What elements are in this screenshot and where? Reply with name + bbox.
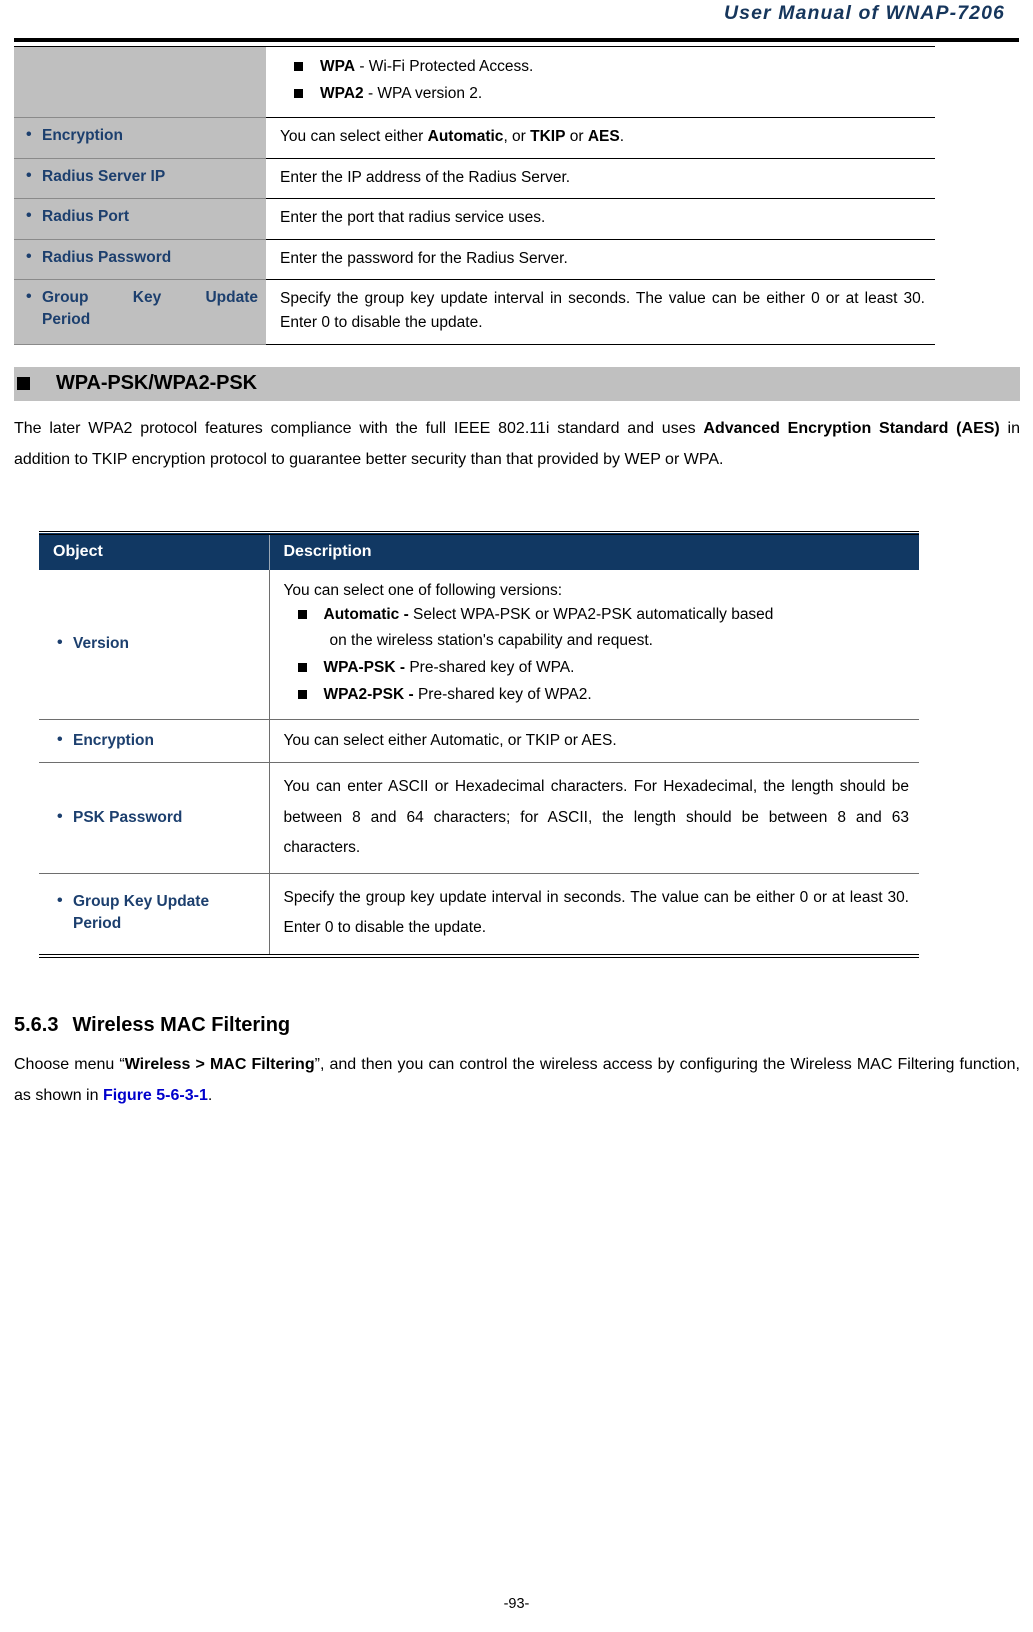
description-cell: Enter the IP address of the Radius Serve… bbox=[266, 157, 935, 200]
list-item-rest: Pre-shared key of WPA2. bbox=[413, 685, 592, 703]
object-label-line1: Group Key Update bbox=[42, 289, 258, 307]
section-heading: 5.6.3 Wireless MAC Filtering bbox=[14, 1014, 1019, 1037]
list-item-term: WPA bbox=[320, 58, 356, 75]
description-cell: You can enter ASCII or Hexadecimal chara… bbox=[268, 762, 919, 874]
table-row: Group Key Update Period Specify the group… bbox=[14, 279, 935, 345]
description-intro: You can select one of following versions… bbox=[283, 581, 563, 599]
list-item-rest: Pre-shared key of WPA. bbox=[405, 658, 575, 676]
object-label-encryption: Encryption bbox=[22, 124, 258, 147]
object-label-psk-password: PSK Password bbox=[53, 806, 259, 829]
page-footer: -93- bbox=[503, 1596, 530, 1612]
wpa-version-list: WPA - Wi-Fi Protected Access. WPA2 - WPA… bbox=[280, 54, 925, 106]
description-cell: Enter the port that radius service uses. bbox=[266, 198, 935, 240]
section-heading-number: 5.6.3 bbox=[14, 1013, 59, 1036]
list-item-term: WPA2 bbox=[320, 85, 364, 103]
list-item-rest: - Wi-Fi Protected Access. bbox=[355, 58, 534, 75]
table-row: Encryption You can select either Automat… bbox=[14, 117, 935, 159]
object-cell: PSK Password bbox=[39, 762, 269, 874]
description-text: Specify the group key update interval in… bbox=[283, 889, 910, 937]
column-header-description: Description bbox=[268, 532, 919, 570]
description-text: Specify the group key update interval in… bbox=[280, 290, 925, 331]
description-text: You can select either Automatic, or TKIP… bbox=[283, 731, 617, 749]
list-item: WPA - Wi-Fi Protected Access. bbox=[280, 54, 925, 79]
object-label-line2: Period bbox=[73, 915, 122, 933]
table-row: PSK Password You can enter ASCII or Hexa… bbox=[39, 762, 919, 874]
object-label-group-key-update-period: Group Key Update Period bbox=[53, 890, 259, 935]
description-text: Enter the IP address of the Radius Serve… bbox=[280, 168, 571, 186]
description-text: Enter the password for the Radius Server… bbox=[280, 249, 568, 267]
object-cell: Encryption bbox=[14, 117, 266, 159]
square-bullet-icon bbox=[17, 377, 30, 390]
document-page: User Manual of WNAP-7206 WPA - Wi-Fi Pro… bbox=[0, 0, 1033, 1632]
header-rule bbox=[14, 38, 1019, 42]
object-cell: Encryption bbox=[39, 718, 269, 763]
table-row: Radius Password Enter the password for t… bbox=[14, 238, 935, 281]
object-cell: Group Key Update Period bbox=[39, 873, 269, 956]
object-cell: Group Key Update Period bbox=[14, 279, 266, 345]
document-title: User Manual of WNAP-7206 bbox=[723, 2, 1005, 24]
list-item: Automatic - Select WPA-PSK or WPA2-PSK a… bbox=[284, 602, 910, 652]
description-text: Enter the port that radius service uses. bbox=[280, 209, 546, 227]
object-cell: Radius Password bbox=[14, 238, 266, 281]
description-cell: You can select either Automatic, or TKIP… bbox=[268, 718, 919, 763]
table-header-row: Object Description bbox=[39, 532, 919, 570]
table-row: WPA - Wi-Fi Protected Access. WPA2 - WPA… bbox=[14, 45, 935, 119]
description-cell: You can select one of following versions… bbox=[268, 569, 919, 720]
object-cell: Radius Port bbox=[14, 198, 266, 240]
section-heading-title: Wireless MAC Filtering bbox=[72, 1013, 291, 1036]
description-cell: Specify the group key update interval in… bbox=[268, 873, 919, 956]
list-item: WPA-PSK - Pre-shared key of WPA. bbox=[284, 655, 910, 680]
list-item: WPA2-PSK - Pre-shared key of WPA2. bbox=[284, 682, 910, 707]
object-cell: Version bbox=[39, 570, 269, 719]
running-header: User Manual of WNAP-7206 bbox=[14, 0, 1019, 46]
list-item-term: WPA2-PSK - bbox=[323, 685, 414, 703]
section-banner-wpa-psk: WPA-PSK/WPA2-PSK bbox=[14, 366, 1020, 401]
closing-paragraph: Choose menu “Wireless > MAC Filtering”, … bbox=[14, 1055, 1020, 1104]
list-item-rest: Select WPA-PSK or WPA2-PSK automatically… bbox=[408, 606, 774, 624]
table-row: Radius Server IP Enter the IP address of… bbox=[14, 157, 935, 200]
intro-paragraph: The later WPA2 protocol features complia… bbox=[14, 419, 1021, 468]
list-item-rest: - WPA version 2. bbox=[363, 85, 483, 103]
object-label-line1: Group Key Update bbox=[73, 893, 210, 911]
object-label-radius-port: Radius Port bbox=[22, 205, 258, 228]
list-item-rest-line2: on the wireless station's capability and… bbox=[329, 631, 653, 649]
section-banner-label: WPA-PSK/WPA2-PSK bbox=[56, 372, 257, 394]
table-row: Encryption You can select either Automat… bbox=[39, 718, 919, 763]
psk-parameters-table-wrapper: Object Description Version You can selec… bbox=[39, 530, 1019, 958]
description-cell: Specify the group key update interval in… bbox=[266, 279, 935, 345]
list-item: WPA2 - WPA version 2. bbox=[280, 81, 925, 106]
object-cell bbox=[14, 45, 266, 119]
column-header-object: Object bbox=[39, 532, 269, 570]
object-cell: Radius Server IP bbox=[14, 157, 266, 200]
description-text: You can enter ASCII or Hexadecimal chara… bbox=[283, 778, 910, 856]
wpa-parameters-table: WPA - Wi-Fi Protected Access. WPA2 - WPA… bbox=[14, 45, 935, 345]
object-label-encryption: Encryption bbox=[53, 729, 259, 752]
object-label-version: Version bbox=[53, 632, 259, 655]
table-row: Group Key Update Period Specify the group… bbox=[39, 873, 919, 956]
object-label-radius-server-ip: Radius Server IP bbox=[22, 165, 258, 188]
object-label-group-key-update-period: Group Key Update Period bbox=[22, 286, 258, 331]
list-item-term: WPA-PSK - bbox=[323, 658, 406, 676]
object-label-radius-password: Radius Password bbox=[22, 246, 258, 269]
psk-parameters-table: Object Description Version You can selec… bbox=[39, 530, 919, 958]
version-option-list: Automatic - Select WPA-PSK or WPA2-PSK a… bbox=[284, 602, 910, 706]
description-cell: Enter the password for the Radius Server… bbox=[266, 238, 935, 281]
description-cell: You can select either Automatic, or TKIP… bbox=[266, 117, 935, 159]
description-cell: WPA - Wi-Fi Protected Access. WPA2 - WPA… bbox=[266, 45, 935, 119]
table-row: Radius Port Enter the port that radius s… bbox=[14, 198, 935, 240]
table-row: Version You can select one of following … bbox=[39, 569, 919, 720]
description-text: You can select either Automatic, or TKIP… bbox=[280, 128, 625, 146]
object-label-line2: Period bbox=[42, 311, 91, 329]
list-item-term: Automatic - bbox=[323, 606, 409, 624]
